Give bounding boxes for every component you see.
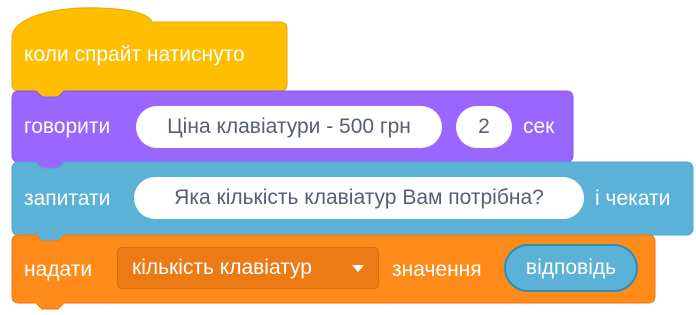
say-block-label: говорити (24, 115, 111, 138)
hat-block-label: коли спрайт натиснуто (24, 43, 245, 66)
answer-reporter[interactable]: відповідь (504, 244, 638, 292)
chevron-down-icon (352, 265, 364, 272)
set-value-label: значення (392, 258, 482, 281)
ask-suffix-label: і чекати (595, 187, 671, 210)
ask-question-input[interactable]: Яка кількість клавіатур Вам потрібна? (134, 177, 584, 219)
say-seconds-input[interactable]: 2 (456, 106, 512, 148)
say-message-input[interactable]: Ціна клавіатури - 500 грн (136, 106, 442, 148)
scratch-code-area[interactable]: коли спрайт натиснуто говорити Ціна клав… (0, 0, 696, 315)
ask-block-label: запитати (24, 187, 111, 210)
say-unit-label: сек (523, 115, 555, 138)
variable-dropdown[interactable]: кількість клавіатур (117, 247, 379, 289)
variable-dropdown-label: кількість клавіатур (132, 256, 312, 279)
set-block-label: надати (24, 258, 93, 281)
